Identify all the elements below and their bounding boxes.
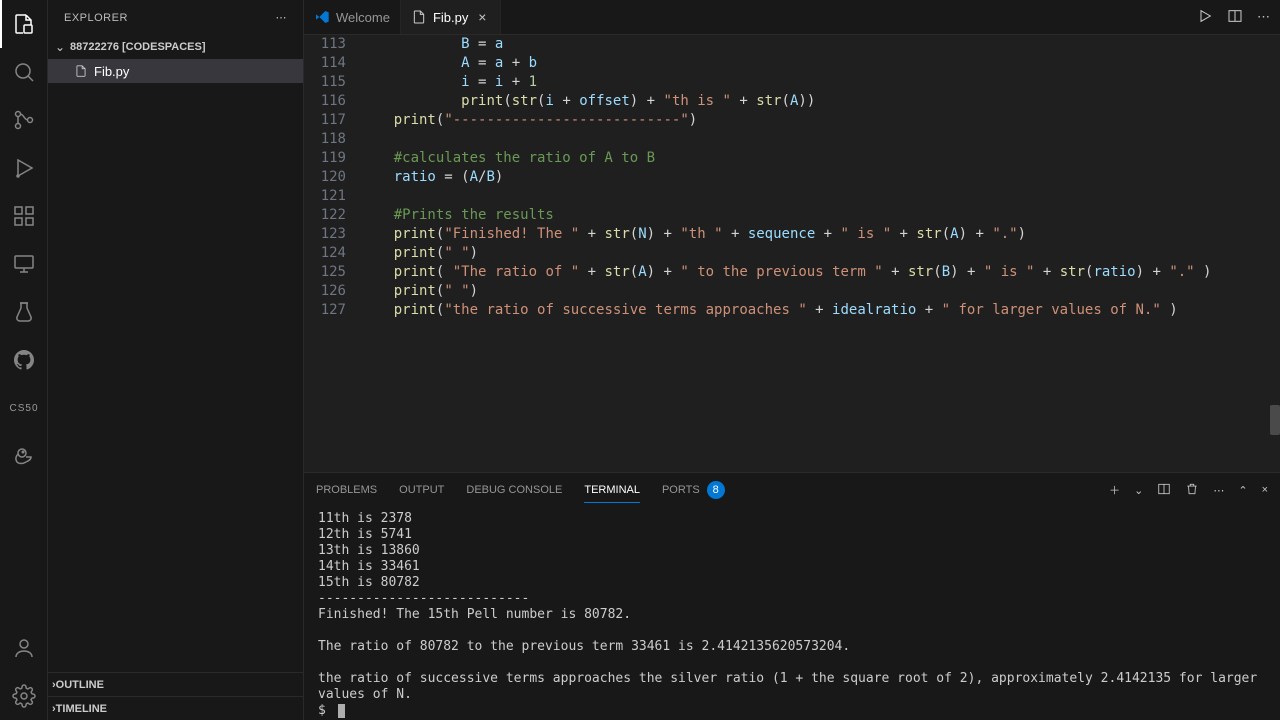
new-terminal-icon[interactable]: ＋ xyxy=(1109,482,1120,498)
tab-debug-console[interactable]: DEBUG CONSOLE xyxy=(466,478,562,502)
activity-github-icon[interactable] xyxy=(0,336,48,384)
activity-accounts-icon[interactable] xyxy=(0,624,48,672)
minimap-scrollbar[interactable] xyxy=(1270,405,1280,435)
run-icon[interactable] xyxy=(1197,8,1213,27)
activity-bar: CS50 xyxy=(0,0,48,720)
code-editor[interactable]: 1131141151161171181191201211221231241251… xyxy=(304,35,1280,472)
line-gutter: 1131141151161171181191201211221231241251… xyxy=(304,35,360,472)
tab-label: Welcome xyxy=(336,10,390,25)
kill-terminal-icon[interactable] xyxy=(1185,482,1199,499)
activity-source-control-icon[interactable] xyxy=(0,96,48,144)
terminal-dropdown-icon[interactable]: ⌄ xyxy=(1134,484,1143,497)
editor-area: Welcome Fib.py × ⋯ 113114115116117118119… xyxy=(304,0,1280,720)
tab-problems[interactable]: PROBLEMS xyxy=(316,478,377,502)
activity-explorer-icon[interactable] xyxy=(0,0,48,48)
workspace-name: 88722276 [CODESPACES] xyxy=(70,41,206,53)
activity-testing-icon[interactable] xyxy=(0,288,48,336)
file-tree-item[interactable]: Fib.py xyxy=(48,59,303,83)
activity-search-icon[interactable] xyxy=(0,48,48,96)
tab-welcome[interactable]: Welcome xyxy=(304,0,401,34)
split-terminal-icon[interactable] xyxy=(1157,482,1171,499)
activity-run-debug-icon[interactable] xyxy=(0,144,48,192)
panel-tabs: PROBLEMS OUTPUT DEBUG CONSOLE TERMINAL P… xyxy=(304,473,1280,507)
more-icon[interactable]: ⋯ xyxy=(1213,484,1224,497)
ports-badge: 8 xyxy=(707,481,725,499)
tab-fib[interactable]: Fib.py × xyxy=(401,0,501,34)
timeline-label: TIMELINE xyxy=(56,703,107,715)
code-content[interactable]: B = a A = a + b i = i + 1 print(str(i + … xyxy=(360,35,1280,472)
outline-section[interactable]: › OUTLINE xyxy=(48,672,303,696)
python-file-icon xyxy=(411,9,427,25)
activity-cs50-icon[interactable]: CS50 xyxy=(0,384,48,432)
outline-label: OUTLINE xyxy=(56,679,104,691)
file-name: Fib.py xyxy=(94,64,129,79)
close-panel-icon[interactable]: × xyxy=(1262,484,1268,496)
split-editor-icon[interactable] xyxy=(1227,8,1243,27)
explorer-header: EXPLORER ⋯ xyxy=(48,0,303,35)
editor-tabs: Welcome Fib.py × ⋯ xyxy=(304,0,1280,35)
maximize-panel-icon[interactable]: ⌃ xyxy=(1238,484,1247,497)
timeline-section[interactable]: › TIMELINE xyxy=(48,696,303,720)
vscode-icon xyxy=(314,9,330,25)
explorer-title: EXPLORER xyxy=(64,12,128,24)
activity-duck-icon[interactable] xyxy=(0,432,48,480)
explorer-more-icon[interactable]: ⋯ xyxy=(276,11,288,24)
tab-terminal[interactable]: TERMINAL xyxy=(584,478,640,503)
tab-label: Fib.py xyxy=(433,10,468,25)
tab-output[interactable]: OUTPUT xyxy=(399,478,444,502)
activity-settings-icon[interactable] xyxy=(0,672,48,720)
python-file-icon xyxy=(74,64,88,78)
workspace-section[interactable]: ⌄ 88722276 [CODESPACES] xyxy=(48,35,303,59)
terminal-content[interactable]: 11th is 237812th is 574113th is 1386014t… xyxy=(304,507,1280,720)
chevron-down-icon: ⌄ xyxy=(52,40,68,54)
explorer-sidebar: EXPLORER ⋯ ⌄ 88722276 [CODESPACES] Fib.p… xyxy=(48,0,304,720)
activity-extensions-icon[interactable] xyxy=(0,192,48,240)
activity-remote-explorer-icon[interactable] xyxy=(0,240,48,288)
tab-ports[interactable]: PORTS xyxy=(662,478,700,502)
close-icon[interactable]: × xyxy=(474,9,490,25)
bottom-panel: PROBLEMS OUTPUT DEBUG CONSOLE TERMINAL P… xyxy=(304,472,1280,720)
more-icon[interactable]: ⋯ xyxy=(1257,9,1270,25)
